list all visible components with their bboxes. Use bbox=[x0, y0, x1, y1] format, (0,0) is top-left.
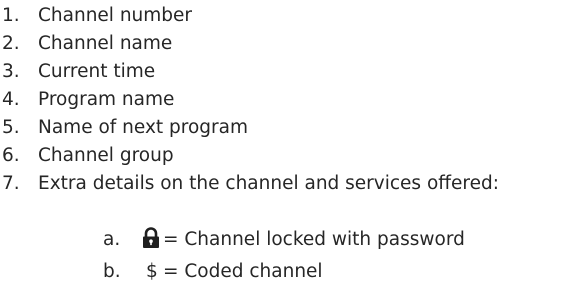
list-item-number: 4. bbox=[2, 89, 20, 110]
list-item-text: Channel group bbox=[38, 145, 174, 166]
list-item-number: 7. bbox=[2, 173, 20, 194]
sub-item-letter: a. bbox=[103, 229, 121, 250]
list-item-number: 5. bbox=[2, 117, 20, 138]
sub-item-text: = Coded channel bbox=[163, 261, 323, 282]
list-item-text: Current time bbox=[38, 61, 156, 82]
dollar-symbol-text: $ bbox=[146, 261, 158, 282]
list-item-text: Program name bbox=[38, 89, 175, 110]
list-item-text: Channel name bbox=[38, 33, 173, 54]
sub-item-letter: b. bbox=[103, 261, 121, 282]
list-item-number: 1. bbox=[2, 5, 20, 26]
list-item-text: Channel number bbox=[38, 5, 193, 26]
sub-item-text: = Channel locked with password bbox=[163, 229, 465, 250]
list-item-number: 2. bbox=[2, 33, 20, 54]
list-item-number: 6. bbox=[2, 145, 20, 166]
list-item-text: Extra details on the channel and service… bbox=[38, 173, 499, 194]
list-item-number: 3. bbox=[2, 61, 20, 82]
list-item-text: Name of next program bbox=[38, 117, 249, 138]
